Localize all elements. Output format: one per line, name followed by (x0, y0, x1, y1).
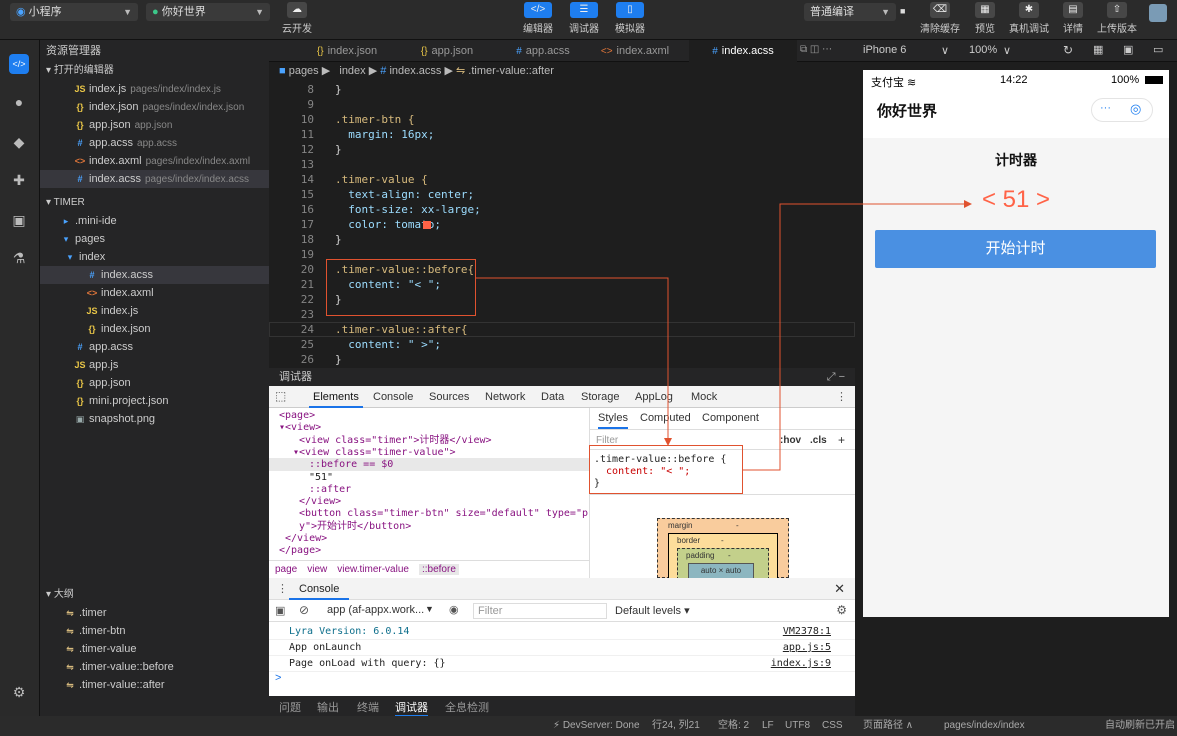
devserver-status[interactable]: ⚡ DevServer: Done (553, 716, 640, 736)
arrow-value-head (964, 200, 972, 208)
indent-setting[interactable]: 空格: 2 (718, 716, 749, 736)
page-path: pages/index/index (944, 720, 1025, 731)
arrow-before-head (664, 438, 672, 446)
encoding-setting[interactable]: UTF8 (785, 716, 810, 736)
arrow-value-line (743, 203, 966, 471)
annotation-arrows (476, 200, 972, 471)
auto-refresh-status[interactable]: 自动刷新已开启 (1105, 716, 1175, 736)
devserver-text: DevServer: Done (562, 720, 640, 731)
page-path-toggle[interactable]: 页面路径 ∧ (863, 716, 913, 736)
language-mode[interactable]: CSS (822, 716, 843, 736)
status-bar: ⚡ DevServer: Done 行24, 列21 空格: 2 LF UTF8… (0, 716, 1177, 736)
cursor-position[interactable]: 行24, 列21 (652, 716, 700, 736)
eol-setting[interactable]: LF (762, 716, 774, 736)
arrow-before-line (476, 277, 669, 440)
